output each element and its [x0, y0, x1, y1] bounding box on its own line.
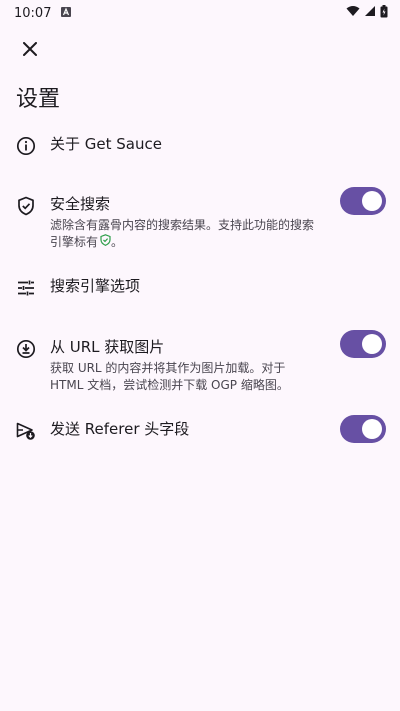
download-circle-icon — [16, 339, 36, 359]
toggle-knob — [362, 334, 382, 354]
status-time: 10:07 — [14, 5, 52, 21]
setting-fetch-image-url[interactable]: 从 URL 获取图片 获取 URL 的内容并将其作为图片加载。对于 HTML 文… — [0, 330, 400, 394]
tune-sliders-icon — [16, 278, 36, 298]
setting-fetch-image-url-title: 从 URL 获取图片 — [50, 338, 165, 356]
shield-check-icon — [16, 196, 36, 216]
setting-safe-search-description-text: 滤除含有露骨内容的搜索结果。支持此功能的搜索引擎标有 — [50, 218, 315, 249]
info-icon — [16, 136, 36, 156]
safe-search-shield-badge-icon — [100, 234, 111, 251]
setting-send-referer[interactable]: 发送 Referer 头字段 — [0, 415, 400, 443]
setting-about[interactable]: 关于 Get Sauce — [0, 134, 400, 156]
close-icon — [23, 41, 37, 60]
settings-list: 关于 Get Sauce 安全搜索 滤除含有露骨内容的搜索结果。支持此功能的搜索… — [0, 134, 400, 443]
setting-fetch-image-url-description: 获取 URL 的内容并将其作为图片加载。对于 HTML 文档，尝试检测并下载 O… — [50, 361, 289, 392]
signal-icon — [364, 5, 376, 21]
send-referer-toggle[interactable] — [340, 415, 386, 443]
setting-safe-search-title: 安全搜索 — [50, 195, 111, 213]
toggle-knob — [362, 419, 382, 439]
battery-icon — [380, 4, 388, 22]
close-button[interactable] — [12, 32, 48, 68]
setting-safe-search[interactable]: 安全搜索 滤除含有露骨内容的搜索结果。支持此功能的搜索引擎标有。 — [0, 187, 400, 251]
setting-safe-search-description: 滤除含有露骨内容的搜索结果。支持此功能的搜索引擎标有。 — [50, 218, 315, 251]
status-bar: 10:07 — [0, 0, 400, 26]
send-download-icon — [16, 421, 36, 441]
safe-search-toggle[interactable] — [340, 187, 386, 215]
toggle-knob — [362, 191, 382, 211]
wifi-icon — [346, 5, 360, 21]
setting-about-title: 关于 Get Sauce — [50, 135, 162, 153]
setting-send-referer-title: 发送 Referer 头字段 — [50, 420, 190, 438]
setting-search-engine-options[interactable]: 搜索引擎选项 — [0, 276, 400, 298]
setting-search-engine-options-title: 搜索引擎选项 — [50, 277, 141, 295]
top-app-bar — [0, 26, 400, 74]
fetch-image-url-toggle[interactable] — [340, 330, 386, 358]
notification-app-icon — [61, 6, 72, 21]
page-title: 设置 — [16, 87, 61, 112]
